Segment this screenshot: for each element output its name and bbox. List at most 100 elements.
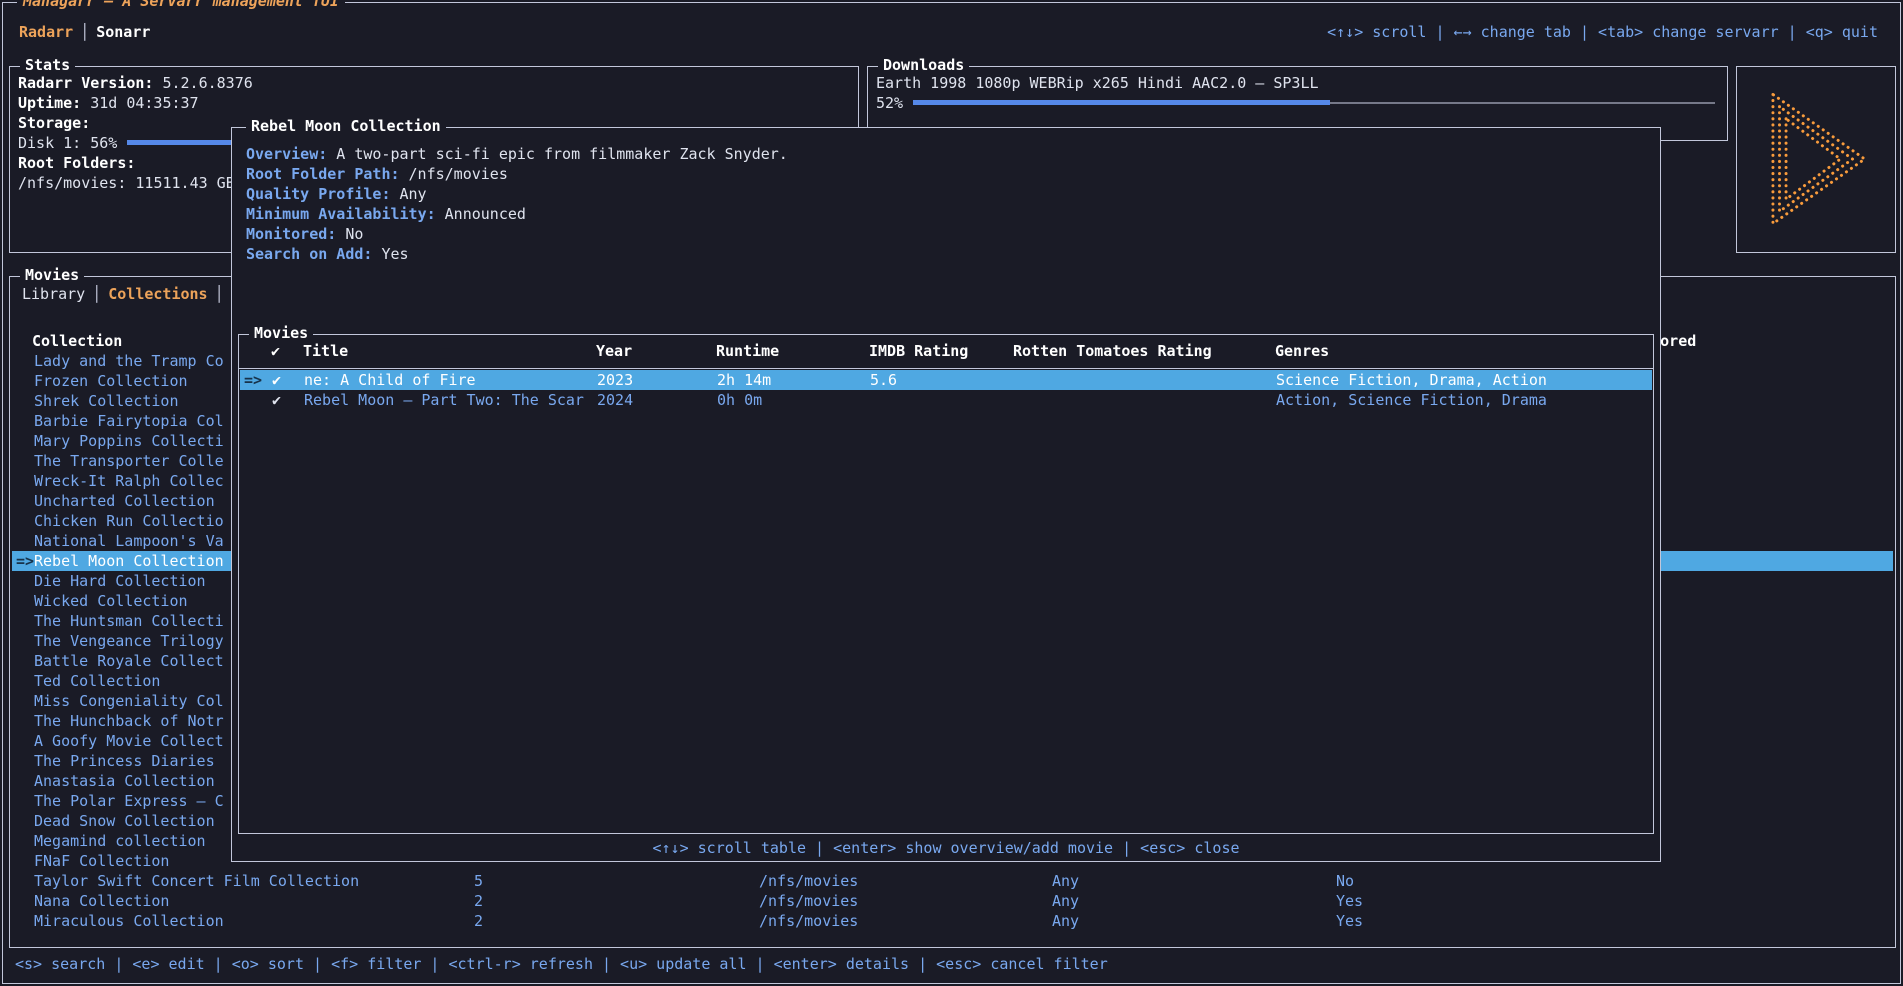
field-value: Announced bbox=[445, 205, 526, 223]
column-imdb-rating: IMDB Rating bbox=[869, 341, 968, 361]
collection-details-modal: Rebel Moon Collection Overview:A two-par… bbox=[231, 127, 1661, 862]
downloads-panel-title: Downloads bbox=[878, 56, 969, 74]
collection-root-folder-path: /nfs/movies bbox=[759, 911, 858, 931]
tab-radarr[interactable]: Radarr bbox=[19, 23, 73, 41]
uptime-line: Uptime: 31d 04:35:37 bbox=[18, 93, 850, 113]
gauge-fill bbox=[913, 100, 1330, 105]
collection-name: Miraculous Collection bbox=[34, 911, 224, 931]
selected-row-arrow: => bbox=[244, 370, 262, 390]
collection-name: Battle Royale Collect bbox=[34, 651, 224, 671]
movie-row[interactable]: ✔Rebel Moon – Part Two: The Scar20240h 0… bbox=[240, 390, 1652, 410]
tab-divider: │ bbox=[92, 285, 101, 303]
movie-title: ne: A Child of Fire bbox=[304, 370, 476, 390]
collection-name: The Transporter Colle bbox=[34, 451, 224, 471]
movie-runtime: 0h 0m bbox=[717, 390, 762, 410]
collection-name: The Hunchback of Notr bbox=[34, 711, 224, 731]
uptime-label: Uptime: bbox=[18, 94, 81, 112]
collection-name: Nana Collection bbox=[34, 891, 169, 911]
logo-panel bbox=[1736, 66, 1896, 253]
uptime-value: 31d 04:35:37 bbox=[90, 94, 198, 112]
column-runtime: Runtime bbox=[716, 341, 779, 361]
tab-divider: │ bbox=[215, 285, 224, 303]
modal-field: Monitored:No bbox=[246, 224, 788, 244]
collection-name: National Lampoon's Va bbox=[34, 531, 224, 551]
field-value: Yes bbox=[381, 245, 408, 263]
modal-field: Root Folder Path:/nfs/movies bbox=[246, 164, 788, 184]
check-icon: ✔ bbox=[272, 370, 281, 390]
download-percent-label: 52% bbox=[876, 93, 903, 113]
collection-search-on-add: Yes bbox=[1336, 891, 1363, 911]
movie-title: Rebel Moon – Part Two: The Scar bbox=[304, 390, 584, 410]
app-window: Managarr – A Servarr management TUI <↑↓>… bbox=[2, 2, 1901, 984]
download-progress-gauge bbox=[913, 93, 1715, 113]
collection-name: A Goofy Movie Collect bbox=[34, 731, 224, 751]
movie-genres: Science Fiction, Drama, Action bbox=[1276, 370, 1547, 390]
column-check: ✔ bbox=[271, 341, 280, 361]
movie-year: 2023 bbox=[597, 370, 633, 390]
collection-name: Ted Collection bbox=[34, 671, 160, 691]
modal-title: Rebel Moon Collection bbox=[246, 117, 446, 135]
collection-name: The Polar Express – C bbox=[34, 791, 224, 811]
collection-name: Wicked Collection bbox=[34, 591, 188, 611]
modal-field: Quality Profile: Any bbox=[246, 184, 788, 204]
stats-panel-title: Stats bbox=[20, 56, 75, 74]
collection-search-on-add: No bbox=[1336, 871, 1354, 891]
tab-collections[interactable]: Collections bbox=[108, 285, 207, 303]
collection-name: Mary Poppins Collecti bbox=[34, 431, 224, 451]
collection-name: Anastasia Collection bbox=[34, 771, 215, 791]
collection-name: Die Hard Collection bbox=[34, 571, 206, 591]
selected-row-arrow: => bbox=[16, 551, 34, 571]
app-title: Managarr – A Servarr management TUI bbox=[17, 0, 345, 10]
collection-name: Miss Congeniality Col bbox=[34, 691, 224, 711]
collection-name: Rebel Moon Collection bbox=[34, 551, 224, 571]
collection-name: The Huntsman Collecti bbox=[34, 611, 224, 631]
column-rotten-tomatoes-rating: Rotten Tomatoes Rating bbox=[1013, 341, 1212, 361]
field-value: /nfs/movies bbox=[409, 165, 508, 183]
collection-name: Megamind collection bbox=[34, 831, 206, 851]
collection-row[interactable]: Nana Collection2/nfs/moviesAnyYes bbox=[12, 891, 1893, 911]
field-label: Monitored: bbox=[246, 225, 336, 243]
movie-imdb-rating: 5.6 bbox=[870, 370, 897, 390]
collection-row[interactable]: Miraculous Collection 2/nfs/movies Any Yes bbox=[12, 911, 1893, 931]
tab-sonarr[interactable]: Sonarr bbox=[96, 23, 150, 41]
field-label: Quality Profile: bbox=[246, 185, 391, 203]
radarr-version-line: Radarr Version:5.2.6.8376 bbox=[18, 73, 850, 93]
movie-year: 2024 bbox=[597, 390, 633, 410]
collection-quality-profile: Any bbox=[1052, 911, 1079, 931]
collection-name: Lady and the Tramp Co bbox=[34, 351, 224, 371]
tab-library[interactable]: Library bbox=[22, 285, 85, 303]
tab-divider: │ bbox=[80, 23, 89, 41]
radarr-version-label: Radarr Version: bbox=[18, 74, 153, 92]
movies-panel-title: Movies bbox=[20, 266, 84, 284]
field-value: Any bbox=[400, 185, 427, 203]
column-year: Year bbox=[596, 341, 632, 361]
collection-name: The Vengeance Trilogy bbox=[34, 631, 224, 651]
collection-search-on-add: Yes bbox=[1336, 911, 1363, 931]
collection-movie-count: 2 bbox=[474, 891, 483, 911]
column-genres: Genres bbox=[1275, 341, 1329, 361]
modal-movies-table-header: ✔ Title Year Runtime IMDB Rating Rotten … bbox=[239, 341, 1653, 369]
collection-movie-count: 2 bbox=[474, 911, 483, 931]
disk-usage-label: Disk 1: 56% bbox=[18, 133, 117, 153]
modal-help: <↑↓> scroll table | <enter> show overvie… bbox=[232, 839, 1660, 857]
collection-name: Uncharted Collection bbox=[34, 491, 215, 511]
modal-field: Search on Add: Yes bbox=[246, 244, 788, 264]
movie-row[interactable]: => ✔ ne: A Child of Fire 2023 2h 14m 5.6 Scien… bbox=[240, 370, 1652, 390]
collection-row[interactable]: Taylor Swift Concert Film Collection5/nf… bbox=[12, 871, 1893, 891]
collection-name: Chicken Run Collectio bbox=[34, 511, 224, 531]
modal-movies-table-title: Movies bbox=[249, 324, 313, 342]
download-item-title: Earth 1998 1080p WEBRip x265 Hindi AAC2.… bbox=[876, 73, 1719, 93]
modal-movies-table: Movies ✔ Title Year Runtime IMDB Rating … bbox=[238, 334, 1654, 834]
modal-movie-rows: => ✔ ne: A Child of Fire 2023 2h 14m 5.6 Scien… bbox=[240, 370, 1652, 410]
movie-runtime: 2h 14m bbox=[717, 370, 771, 390]
column-collection: Collection bbox=[32, 331, 122, 351]
keybinding-help: <↑↓> scroll | ←→ change tab | <tab> chan… bbox=[1327, 23, 1878, 41]
servarr-tabs: Radarr │ Sonarr bbox=[19, 23, 150, 41]
collection-name: Shrek Collection bbox=[34, 391, 179, 411]
collection-quality-profile: Any bbox=[1052, 871, 1079, 891]
collection-movie-count: 5 bbox=[474, 871, 483, 891]
collection-name: The Princess Diaries bbox=[34, 751, 215, 771]
collection-root-folder-path: /nfs/movies bbox=[759, 871, 858, 891]
field-label: Search on Add: bbox=[246, 245, 372, 263]
collection-name: Frozen Collection bbox=[34, 371, 188, 391]
